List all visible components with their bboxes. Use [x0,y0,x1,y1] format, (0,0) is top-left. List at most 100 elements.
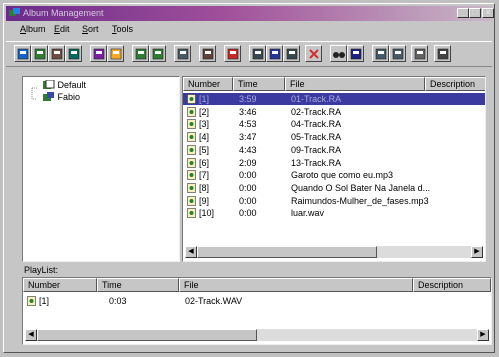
minimize-button[interactable]: _ [457,8,469,18]
new-album-button[interactable] [31,45,48,62]
info-icon [227,48,239,60]
tree-node-default[interactable]: Default [43,79,86,90]
cd-remove-icon [152,48,164,60]
app-icon [9,8,20,16]
track-row[interactable]: [8] 0:00 Quando O Sol Bater Na Janela d... [183,182,485,194]
properties-button[interactable] [174,45,191,62]
exit-button[interactable] [411,45,428,62]
track-row[interactable]: [1] 3:59 01-Track.RA [183,93,485,105]
album-management-window: Album Management _ □ × Album Edit Sort T… [3,3,495,353]
new-album-icon [34,48,46,60]
view-large-icon [375,48,387,60]
track-row[interactable]: [2] 3:46 02-Track.RA [183,106,485,118]
scroll-thumb[interactable] [197,246,377,258]
column-header-time[interactable]: Time [233,77,285,91]
playlist-list[interactable]: Number Time File Description [1] 0:03 02-Track… [22,277,492,345]
cd-button[interactable] [90,45,107,62]
scroll-thumb[interactable] [37,329,257,341]
track-row[interactable]: [5] 4:43 09-Track.RA [183,144,485,156]
gear-icon [202,48,214,60]
menu-sort[interactable]: Sort [82,24,99,34]
track-time: 4:43 [239,144,257,155]
close-button[interactable]: × [482,8,494,18]
track-list[interactable]: Number Time File Description [1] 3:59 01-Track… [182,76,486,262]
help-button[interactable] [434,45,451,62]
track-time: 3:59 [239,94,257,104]
scroll-right-button[interactable]: ▶ [471,246,483,258]
scroll-left-button[interactable]: ◀ [185,246,197,258]
paste-icon [286,48,298,60]
delete-button[interactable] [305,45,322,62]
find-button[interactable] [330,45,347,62]
playlist-scrollbar[interactable]: ◀ ▶ [25,329,489,341]
track-row[interactable]: [6] 2:09 13-Track.RA [183,157,485,169]
playlist-header-file[interactable]: File [179,278,413,292]
new-button[interactable] [14,45,31,62]
sort-button[interactable] [347,45,364,62]
menu-tools[interactable]: Tools [112,24,133,34]
playlist-header-description[interactable]: Description [413,278,491,292]
info-button[interactable] [224,45,241,62]
window-title: Album Management [23,8,104,18]
track-file: 01-Track.RA [291,94,342,104]
track-list-scrollbar[interactable]: ◀ ▶ [185,246,483,258]
track-row[interactable]: [9] 0:00 Raimundos-Mulher_de_fases.mp3 [183,195,485,207]
tree-lines [31,87,37,100]
playlist-row[interactable]: [1] 0:03 02-Track.WAV [23,295,491,307]
save-icon [68,48,80,60]
track-number: [10] [199,208,215,219]
find-icon [333,52,345,58]
scroll-left-button[interactable]: ◀ [25,329,37,341]
track-time: 3:47 [239,132,257,143]
view-small-icon [392,48,404,60]
track-row[interactable]: [4] 3:47 05-Track.RA [183,131,485,143]
column-header-number[interactable]: Number [183,77,233,91]
folder-button[interactable] [107,45,124,62]
track-number: [6] [199,157,210,168]
help-icon [437,48,449,60]
view-large-button[interactable] [372,45,389,62]
album-tree[interactable]: Default Fabio [22,76,180,262]
track-row[interactable]: [7] 0:00 Garoto que como eu.mp3 [183,169,485,181]
track-file: 04-Track.RA [291,119,342,130]
maximize-button[interactable]: □ [469,8,481,18]
track-icon [187,183,196,193]
title-bar[interactable]: Album Management _ □ × [6,6,494,21]
track-row[interactable]: [10] 0:00 luar.wav [183,207,485,219]
scroll-right-button[interactable]: ▶ [477,329,489,341]
open-folder-icon [51,48,63,60]
cd-remove-button[interactable] [149,45,166,62]
track-number: [9] [199,195,210,206]
playlist-number: [1] [39,296,50,306]
tree-node-fabio[interactable]: Fabio [43,92,80,102]
track-time: 2:09 [239,157,257,168]
playlist-header-number[interactable]: Number [23,278,97,292]
save-button[interactable] [65,45,82,62]
menu-edit[interactable]: Edit [54,24,70,34]
track-icon [187,144,196,155]
gear-button[interactable] [199,45,216,62]
copy-button[interactable] [266,45,283,62]
cut-button[interactable] [249,45,266,62]
track-icon [187,195,196,206]
exit-icon [414,48,426,60]
track-row[interactable]: [3] 4:53 04-Track.RA [183,118,485,130]
paste-button[interactable] [283,45,300,62]
track-icon [187,119,196,130]
column-header-file[interactable]: File [285,77,425,91]
toolbar [6,41,492,67]
new-icon [17,48,29,60]
cd-add-button[interactable] [132,45,149,62]
open-folder-button[interactable] [48,45,65,62]
sort-icon [350,48,362,60]
cd-add-icon [135,48,147,60]
menu-album[interactable]: Album [20,24,46,34]
view-small-button[interactable] [389,45,406,62]
track-icon [187,132,196,142]
track-icon [187,170,196,180]
track-time: 0:00 [239,208,257,219]
playlist-header-time[interactable]: Time [97,278,179,292]
cd-icon [93,48,105,60]
column-header-description[interactable]: Description [425,77,485,91]
track-icon [187,106,196,117]
